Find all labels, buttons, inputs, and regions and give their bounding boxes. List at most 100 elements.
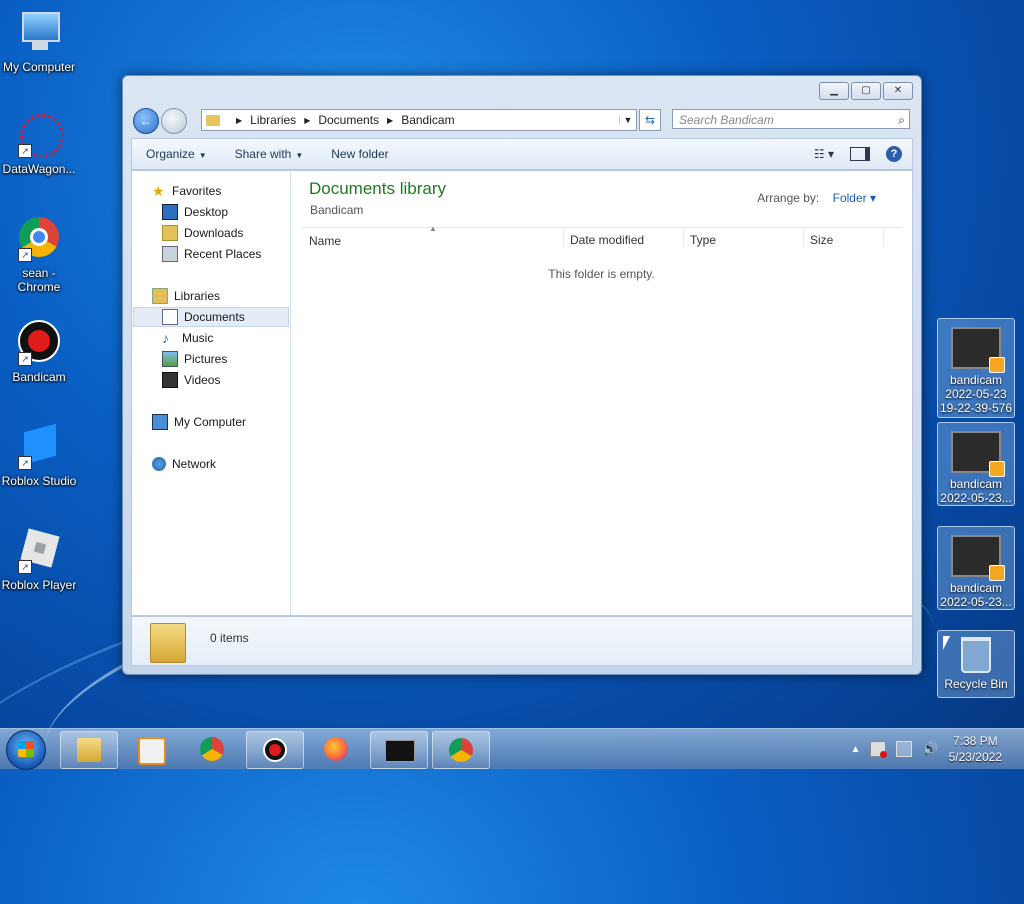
view-options-icon[interactable]: ☷ ▾ <box>814 147 834 161</box>
address-bar[interactable]: ▶ Libraries ▶ Documents ▶ Bandicam ▼ <box>201 109 637 131</box>
desktop-icon-bandicam-video-1[interactable]: bandicam 2022-05-23 19-22-39-576 <box>937 318 1015 418</box>
action-center-icon[interactable] <box>870 741 888 758</box>
refresh-button[interactable]: ⇆ <box>639 109 661 131</box>
shortcut-arrow-icon: ↗ <box>18 144 32 158</box>
help-icon[interactable]: ? <box>886 146 902 162</box>
column-name[interactable]: Name <box>309 234 341 248</box>
desktop-icon-my-computer[interactable]: My Computer <box>0 10 78 74</box>
search-input[interactable]: Search Bandicam ⌕ <box>672 109 910 129</box>
media-player-icon <box>138 737 166 765</box>
window-controls: ▁ ▢ ✕ <box>819 82 913 100</box>
star-icon: ★ <box>152 183 165 199</box>
desktop-icon-bandicam-video-3[interactable]: bandicam 2022-05-23... <box>937 526 1015 610</box>
empty-folder-message: This folder is empty. <box>548 267 655 281</box>
taskbar-chrome-2[interactable] <box>432 731 490 769</box>
address-dropdown-icon[interactable]: ▼ <box>619 115 636 125</box>
nav-downloads[interactable]: Downloads <box>162 223 243 243</box>
desktop-icon-roblox-studio[interactable]: ↗ Roblox Studio <box>0 423 78 488</box>
nav-favorites[interactable]: ★ Favorites <box>152 181 221 201</box>
network-icon <box>152 457 166 471</box>
start-button[interactable] <box>6 730 46 770</box>
new-folder-button[interactable]: New folder <box>317 147 402 161</box>
desktop-icon-label: DataWagon... <box>2 162 76 176</box>
recycle-bin-icon <box>961 637 991 673</box>
maximize-button[interactable]: ▢ <box>851 82 881 100</box>
breadcrumb-arrow-icon[interactable]: ▶ <box>236 116 242 125</box>
close-button[interactable]: ✕ <box>883 82 913 100</box>
bandicam-icon: ↗ <box>16 320 62 366</box>
video-file-icon <box>951 431 1005 477</box>
taskbar-media-player[interactable] <box>122 731 178 767</box>
desktop-icon-sean-chrome[interactable]: ↗ sean - Chrome <box>0 216 78 294</box>
desktop-icon-bandicam[interactable]: ↗ Bandicam <box>0 320 78 384</box>
taskbar-firefox[interactable] <box>308 731 364 767</box>
breadcrumb-arrow-icon[interactable]: ▶ <box>304 116 310 125</box>
share-with-button[interactable]: Share with ▼ <box>221 147 318 161</box>
nav-label: My Computer <box>174 415 247 429</box>
taskbar-chrome[interactable] <box>184 731 240 767</box>
nav-label: Music <box>182 331 214 345</box>
organize-button[interactable]: Organize ▼ <box>132 147 221 161</box>
desktop-icon-label: Roblox Player <box>1 578 77 592</box>
documents-icon <box>162 309 178 325</box>
shortcut-arrow-icon: ↗ <box>18 456 32 470</box>
nav-label: Videos <box>184 373 221 387</box>
clock[interactable]: 7:38 PM 5/23/2022 <box>949 733 1002 765</box>
nav-documents[interactable]: Documents <box>162 307 245 327</box>
nav-videos[interactable]: Videos <box>162 370 220 390</box>
file-label-line: bandicam <box>949 373 1003 387</box>
column-type[interactable]: Type <box>683 228 716 247</box>
preview-pane-icon[interactable] <box>850 147 870 161</box>
command-prompt-icon <box>385 740 415 762</box>
arrange-dropdown[interactable]: Folder ▾ <box>833 191 876 205</box>
library-subtitle: Bandicam <box>310 203 364 217</box>
nav-label: Downloads <box>184 226 244 240</box>
nav-network[interactable]: Network <box>152 454 216 474</box>
system-tray: ▲ 🔊 7:38 PM 5/23/2022 <box>851 729 1024 769</box>
breadcrumb-libraries[interactable]: Libraries <box>250 113 296 127</box>
nav-music[interactable]: ♪ Music <box>162 328 213 348</box>
item-count: 0 items <box>210 631 249 645</box>
nav-recent-places[interactable]: Recent Places <box>162 244 261 264</box>
breadcrumb-bandicam[interactable]: Bandicam <box>401 113 454 127</box>
back-button[interactable]: ← <box>133 108 159 134</box>
breadcrumb-arrow-icon[interactable]: ▶ <box>387 116 393 125</box>
content-pane: Documents library Bandicam Arrange by: F… <box>291 171 912 615</box>
column-size[interactable]: Size <box>803 228 833 247</box>
pictures-icon <box>162 351 178 367</box>
libraries-icon <box>152 288 168 304</box>
file-label-line: 19-22-39-576 <box>939 401 1013 415</box>
column-date-modified[interactable]: Date modified <box>563 228 644 247</box>
arrange-value: Folder <box>832 191 867 205</box>
navigation-pane: ★ Favorites Desktop Downloads Recent Pla… <box>132 171 291 615</box>
chevron-down-icon: ▼ <box>295 151 304 160</box>
network-icon[interactable] <box>896 741 913 757</box>
taskbar-command-prompt[interactable] <box>370 731 428 769</box>
search-icon[interactable]: ⌕ <box>898 110 905 130</box>
file-label-line: 2022-05-23 <box>945 387 1007 401</box>
taskbar-bandicam[interactable] <box>246 731 304 769</box>
breadcrumb-documents[interactable]: Documents <box>318 113 379 127</box>
computer-icon <box>152 414 168 430</box>
arrange-label: Arrange by: <box>757 191 820 205</box>
nav-label: Documents <box>184 310 245 324</box>
desktop-icon-roblox-player[interactable]: ↗ Roblox Player <box>0 528 78 592</box>
nav-libraries[interactable]: Libraries <box>152 286 220 306</box>
show-hidden-icons-icon[interactable]: ▲ <box>851 744 861 755</box>
volume-icon[interactable]: 🔊 <box>922 741 938 757</box>
taskbar-explorer[interactable] <box>60 731 118 769</box>
recycle-bin-label: Recycle Bin <box>944 677 1008 691</box>
desktop-icon-datawagon[interactable]: ↗ DataWagon... <box>0 112 78 176</box>
minimize-button[interactable]: ▁ <box>819 82 849 100</box>
file-label-line: 2022-05-23... <box>940 595 1012 609</box>
share-with-label: Share with <box>234 147 292 161</box>
forward-button[interactable] <box>161 108 187 134</box>
desktop-icon-bandicam-video-2[interactable]: bandicam 2022-05-23... <box>937 422 1015 506</box>
computer-icon <box>16 10 62 56</box>
nav-desktop[interactable]: Desktop <box>162 202 228 222</box>
column-headers: Name ▲ Date modified Type Size <box>301 224 902 252</box>
nav-pictures[interactable]: Pictures <box>162 349 227 369</box>
library-title: Documents library <box>309 179 446 198</box>
desktop-icon-label: sean - Chrome <box>17 266 61 294</box>
nav-my-computer[interactable]: My Computer <box>152 412 246 432</box>
